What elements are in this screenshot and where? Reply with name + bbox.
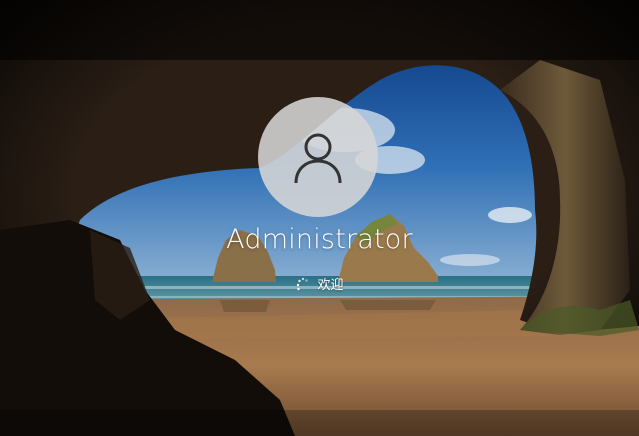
- status-row: 欢迎: [0, 274, 639, 293]
- lock-screen: Administrator 欢迎: [0, 0, 639, 436]
- username-label: Administrator: [226, 224, 413, 255]
- user-icon: [294, 133, 342, 184]
- user-avatar[interactable]: [258, 97, 378, 217]
- welcome-status-text: 欢迎: [317, 278, 344, 293]
- loading-spinner-icon: [297, 277, 309, 290]
- background-image: [0, 0, 639, 436]
